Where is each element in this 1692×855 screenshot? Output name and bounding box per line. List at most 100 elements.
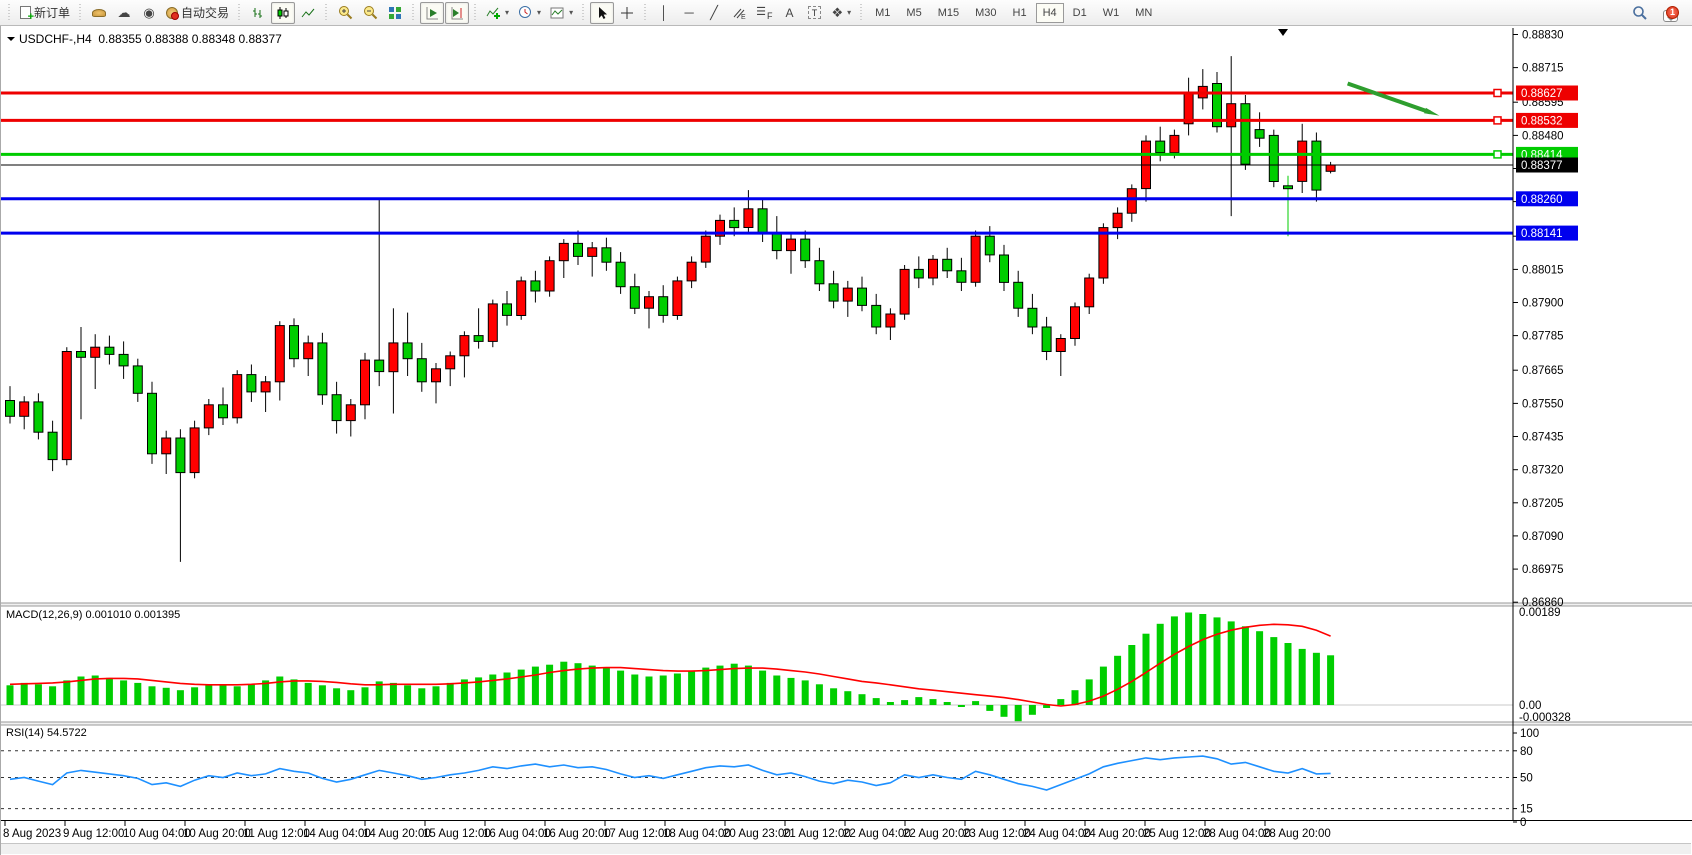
toolbar-grip[interactable]	[236, 4, 243, 22]
macd-histogram-bar	[35, 684, 42, 705]
zoom-out-button[interactable]	[358, 2, 382, 24]
new-order-icon	[20, 6, 31, 19]
candle-body	[290, 326, 299, 359]
chart-bars-button[interactable]	[246, 2, 270, 24]
macd-histogram-bar	[305, 683, 312, 705]
macd-histogram-bar	[702, 668, 709, 705]
templates-button[interactable]: ▾	[546, 2, 577, 24]
label-button[interactable]: T	[802, 2, 826, 24]
candle-body	[247, 375, 256, 392]
chart-candles-button[interactable]	[271, 2, 295, 24]
toolbar-grip[interactable]	[472, 4, 479, 22]
vertical-line-icon: │	[660, 6, 668, 19]
crosshair-icon	[620, 6, 634, 20]
svg-text:0.88532: 0.88532	[1521, 115, 1563, 127]
toolbar-grip[interactable]	[410, 4, 417, 22]
candle-body	[645, 297, 654, 309]
chat-button[interactable]: 1	[1658, 3, 1682, 23]
candle-body	[1312, 141, 1321, 190]
zoom-in-icon	[338, 5, 353, 20]
level-handle[interactable]	[1494, 90, 1501, 97]
signals-button[interactable]: ◉	[137, 2, 161, 24]
price-tick-label: 0.87665	[1522, 365, 1564, 377]
trendline-button[interactable]: ╱	[702, 2, 726, 24]
new-order-button[interactable]: 新订单	[16, 2, 74, 24]
candle-body	[886, 314, 895, 327]
tile-windows-button[interactable]	[383, 2, 407, 24]
autotrading-button[interactable]: 自动交易	[162, 2, 233, 24]
autoscroll-icon	[425, 6, 439, 20]
macd-histogram-bar	[1285, 643, 1292, 705]
toolbar-grip[interactable]	[6, 4, 13, 22]
macd-histogram-bar	[731, 664, 738, 705]
zoom-in-button[interactable]	[333, 2, 357, 24]
timeframe-mn-button[interactable]: MN	[1128, 3, 1159, 23]
timeframe-h4-button[interactable]: H4	[1036, 3, 1064, 23]
autoscroll-button[interactable]	[420, 2, 444, 24]
search-button[interactable]	[1628, 2, 1652, 24]
candle-body	[261, 382, 270, 392]
toolbar-grip[interactable]	[580, 4, 587, 22]
community-button[interactable]: ☁	[112, 2, 136, 24]
fibonacci-button[interactable]: ☰ F	[752, 2, 776, 24]
candle-body	[332, 395, 341, 421]
timeframe-m15-button[interactable]: M15	[931, 3, 966, 23]
vline-button[interactable]: │	[652, 2, 676, 24]
price-tick-label: 0.87785	[1522, 331, 1564, 343]
timeframe-h1-button[interactable]: H1	[1006, 3, 1034, 23]
channel-button[interactable]: E	[727, 2, 751, 24]
macd-histogram-bar	[248, 684, 255, 705]
indicators-button[interactable]: ▾	[482, 2, 513, 24]
macd-histogram-bar	[816, 684, 823, 705]
chart-shift-button[interactable]	[445, 2, 469, 24]
timeframe-m1-button[interactable]: M1	[868, 3, 897, 23]
arrows-button[interactable]: ❖ ▾	[827, 2, 855, 24]
macd-histogram-bar	[589, 666, 596, 705]
status-bar	[1, 843, 1691, 854]
timeframe-w1-button[interactable]: W1	[1096, 3, 1127, 23]
chart-canvas[interactable]: 0.888300.887150.885950.884800.883650.882…	[1, 26, 1692, 855]
toolbar-grip[interactable]	[77, 4, 84, 22]
toolbar-grip[interactable]	[858, 4, 865, 22]
macd-histogram-bar	[1100, 667, 1107, 705]
cursor-button[interactable]	[590, 2, 614, 24]
time-tick-label: 16 Aug 04:00	[483, 828, 551, 840]
candle-body	[488, 304, 497, 342]
price-tick-label: 0.87205	[1522, 498, 1564, 510]
hline-button[interactable]: ─	[677, 2, 701, 24]
periods-button[interactable]: ▾	[514, 2, 545, 24]
candle-body	[503, 304, 512, 316]
macd-histogram-bar	[717, 666, 724, 705]
text-button[interactable]: A	[777, 2, 801, 24]
toolbar-grip[interactable]	[642, 4, 649, 22]
market-button[interactable]	[87, 2, 111, 24]
timeframe-m5-button[interactable]: M5	[899, 3, 928, 23]
candle-body	[318, 343, 327, 395]
text-tool-icon: A	[785, 7, 793, 19]
time-tick-label: 20 Aug 23:00	[723, 828, 791, 840]
macd-histogram-bar	[418, 688, 425, 705]
chart-line-button[interactable]	[296, 2, 320, 24]
candle-body	[929, 259, 938, 278]
timeframe-m30-button[interactable]: M30	[968, 3, 1003, 23]
candle-body	[1156, 141, 1165, 153]
candle-body	[1056, 339, 1065, 352]
macd-histogram-bar	[859, 694, 866, 705]
timeframe-d1-button[interactable]: D1	[1066, 3, 1094, 23]
crosshair-button[interactable]	[615, 2, 639, 24]
time-tick-label: 23 Aug 12:00	[963, 828, 1031, 840]
level-handle[interactable]	[1494, 151, 1501, 158]
tile-windows-icon	[388, 6, 402, 20]
level-handle[interactable]	[1494, 117, 1501, 124]
macd-histogram-bar	[745, 666, 752, 705]
macd-histogram-bar	[63, 680, 70, 705]
autotrading-icon	[166, 7, 178, 19]
time-tick-label: 9 Aug 12:00	[63, 828, 124, 840]
toolbar-grip[interactable]	[323, 4, 330, 22]
collapse-icon[interactable]	[7, 37, 15, 45]
macd-histogram-bar	[1299, 649, 1306, 705]
candle-body	[432, 369, 441, 382]
candle-body	[176, 438, 185, 473]
candle-body	[162, 438, 171, 454]
macd-histogram-bar	[660, 676, 667, 706]
